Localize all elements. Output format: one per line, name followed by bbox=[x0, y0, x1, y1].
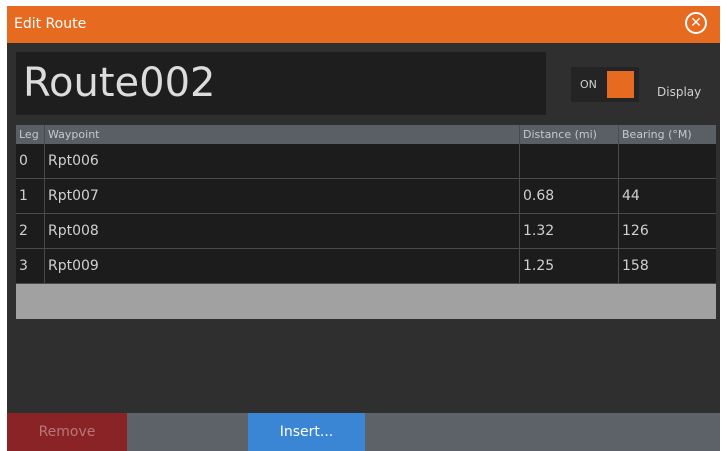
dialog-content: Route002 ON Display Leg Waypoint Distanc… bbox=[7, 43, 720, 413]
distance-cell: 0.68 bbox=[519, 179, 618, 213]
remove-button[interactable]: Remove bbox=[7, 413, 127, 451]
table-row[interactable]: 0 Rpt006 bbox=[16, 144, 716, 179]
bearing-cell: 158 bbox=[618, 249, 716, 283]
toggle-state-label: ON bbox=[580, 78, 597, 91]
action-bar: Remove Insert... bbox=[7, 413, 720, 451]
header-waypoint[interactable]: Waypoint bbox=[44, 125, 519, 144]
display-label: Display bbox=[657, 85, 702, 99]
selected-empty-row[interactable] bbox=[16, 284, 716, 319]
leg-cell: 2 bbox=[19, 223, 28, 239]
toggle-indicator bbox=[607, 71, 634, 98]
header-distance[interactable]: Distance (mi) bbox=[519, 125, 618, 144]
leg-cell: 1 bbox=[19, 188, 28, 204]
route-name-field[interactable]: Route002 bbox=[16, 52, 546, 115]
leg-cell: 3 bbox=[19, 258, 28, 274]
edit-route-dialog: Edit Route ✕ Route002 ON Display Leg Way… bbox=[7, 6, 720, 451]
close-glyph: ✕ bbox=[690, 15, 702, 31]
table-row[interactable]: 2 Rpt008 1.32 126 bbox=[16, 214, 716, 249]
distance-cell: 1.32 bbox=[519, 214, 618, 248]
table-header: Leg Waypoint Distance (mi) Bearing (°M) bbox=[16, 125, 716, 144]
waypoint-cell: Rpt007 bbox=[44, 179, 519, 213]
bearing-cell bbox=[618, 144, 716, 178]
waypoint-cell: Rpt008 bbox=[44, 214, 519, 248]
bearing-cell: 44 bbox=[618, 179, 716, 213]
close-icon[interactable]: ✕ bbox=[685, 12, 707, 34]
remove-button-label: Remove bbox=[38, 424, 96, 440]
route-name-value: Route002 bbox=[23, 60, 216, 106]
table-row[interactable]: 3 Rpt009 1.25 158 bbox=[16, 249, 716, 284]
header-bearing[interactable]: Bearing (°M) bbox=[618, 125, 716, 144]
bearing-cell: 126 bbox=[618, 214, 716, 248]
waypoint-cell: Rpt009 bbox=[44, 249, 519, 283]
distance-cell bbox=[519, 144, 618, 178]
dialog-title: Edit Route bbox=[14, 16, 87, 32]
insert-button-label: Insert... bbox=[279, 424, 334, 440]
title-bar: Edit Route ✕ bbox=[7, 6, 720, 43]
waypoint-cell: Rpt006 bbox=[44, 144, 519, 178]
waypoint-table: Leg Waypoint Distance (mi) Bearing (°M) … bbox=[16, 125, 716, 319]
insert-button[interactable]: Insert... bbox=[248, 413, 365, 451]
table-row[interactable]: 1 Rpt007 0.68 44 bbox=[16, 179, 716, 214]
leg-cell: 0 bbox=[19, 153, 28, 169]
header-leg[interactable]: Leg bbox=[16, 125, 44, 144]
distance-cell: 1.25 bbox=[519, 249, 618, 283]
display-toggle[interactable]: ON bbox=[571, 67, 639, 102]
